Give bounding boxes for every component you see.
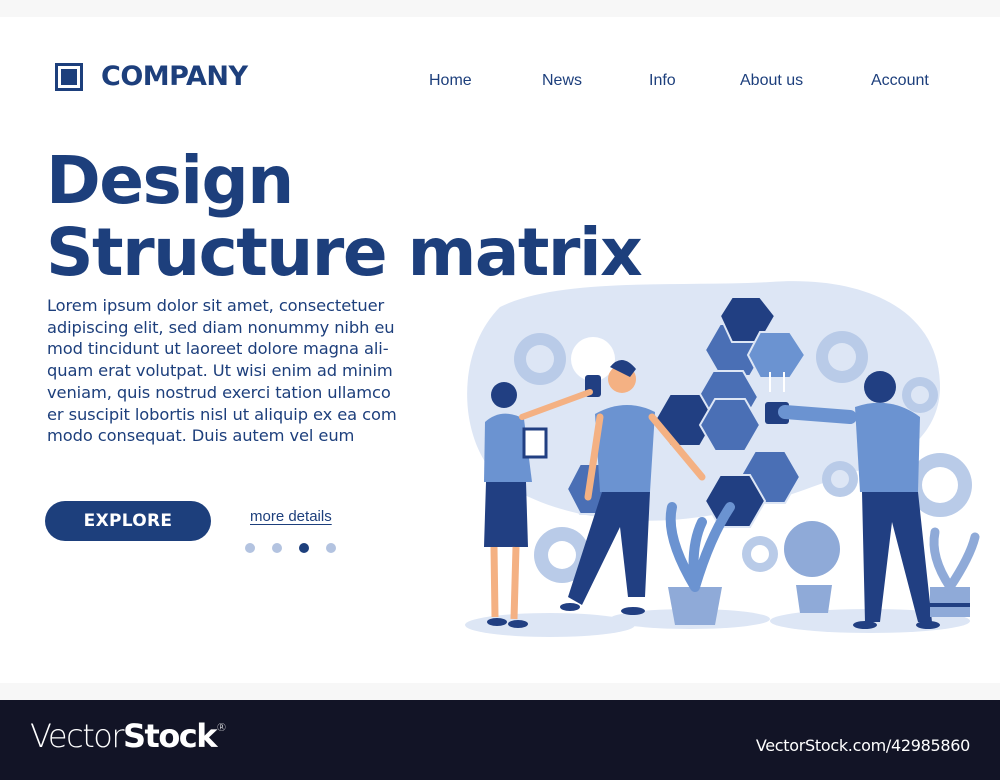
more-details-link[interactable]: more details <box>250 508 332 525</box>
description-line: modo consequat. Duis autem vel eum <box>47 426 355 446</box>
brand-name: COMPANY <box>101 61 248 92</box>
logo-bold-text: Stock <box>122 717 218 755</box>
description-line: mod tincidunt ut laoreet dolore magna al… <box>47 339 389 359</box>
nav-about-us[interactable]: About us <box>740 72 803 90</box>
description-line: Lorem ipsum dolor sit amet, consectetuer <box>47 296 385 315</box>
hero-description: Lorem ipsum dolor sit amet, consectetuer… <box>47 295 437 447</box>
pagination-dot-4[interactable] <box>326 543 336 553</box>
pagination-dot-2[interactable] <box>272 543 282 553</box>
pagination-dot-1[interactable] <box>245 543 255 553</box>
image-id: VectorStock.com/42985860 <box>755 736 970 755</box>
nav-info[interactable]: Info <box>649 72 676 90</box>
title-line-1: Design <box>46 142 294 219</box>
description-line: adipiscing elit, sed diam nonummy nibh e… <box>47 317 395 337</box>
explore-button[interactable]: EXPLORE <box>45 501 211 541</box>
description-line: er suscipit lobortis nisl ut aliquip ex … <box>47 404 397 424</box>
watermark-footer: VectorStock® VectorStock.com/42985860 <box>0 700 1000 780</box>
description-line: veniam, quis nostrud exerci tation ullam… <box>47 382 391 402</box>
potted-plant-icon <box>784 521 840 613</box>
potted-plant-icon <box>929 527 980 617</box>
description-line: quam erat volutpat. Ut wisi enim ad mini… <box>47 361 393 381</box>
hero-illustration <box>465 281 980 637</box>
vectorstock-logo: VectorStock® <box>30 717 227 755</box>
potted-plant-icon <box>665 502 735 625</box>
square-logo-icon <box>55 62 83 91</box>
pagination-dots <box>245 543 336 553</box>
nav-news[interactable]: News <box>542 72 582 90</box>
landing-page-card: COMPANY Home News Info About us Account … <box>0 17 1000 683</box>
logo-light-text: Vector <box>30 717 124 755</box>
nav-home[interactable]: Home <box>429 72 472 90</box>
nav-account[interactable]: Account <box>871 72 929 90</box>
registered-mark: ® <box>216 721 227 734</box>
pagination-dot-3-active[interactable] <box>299 543 309 553</box>
brand-logo[interactable]: COMPANY <box>55 61 248 92</box>
